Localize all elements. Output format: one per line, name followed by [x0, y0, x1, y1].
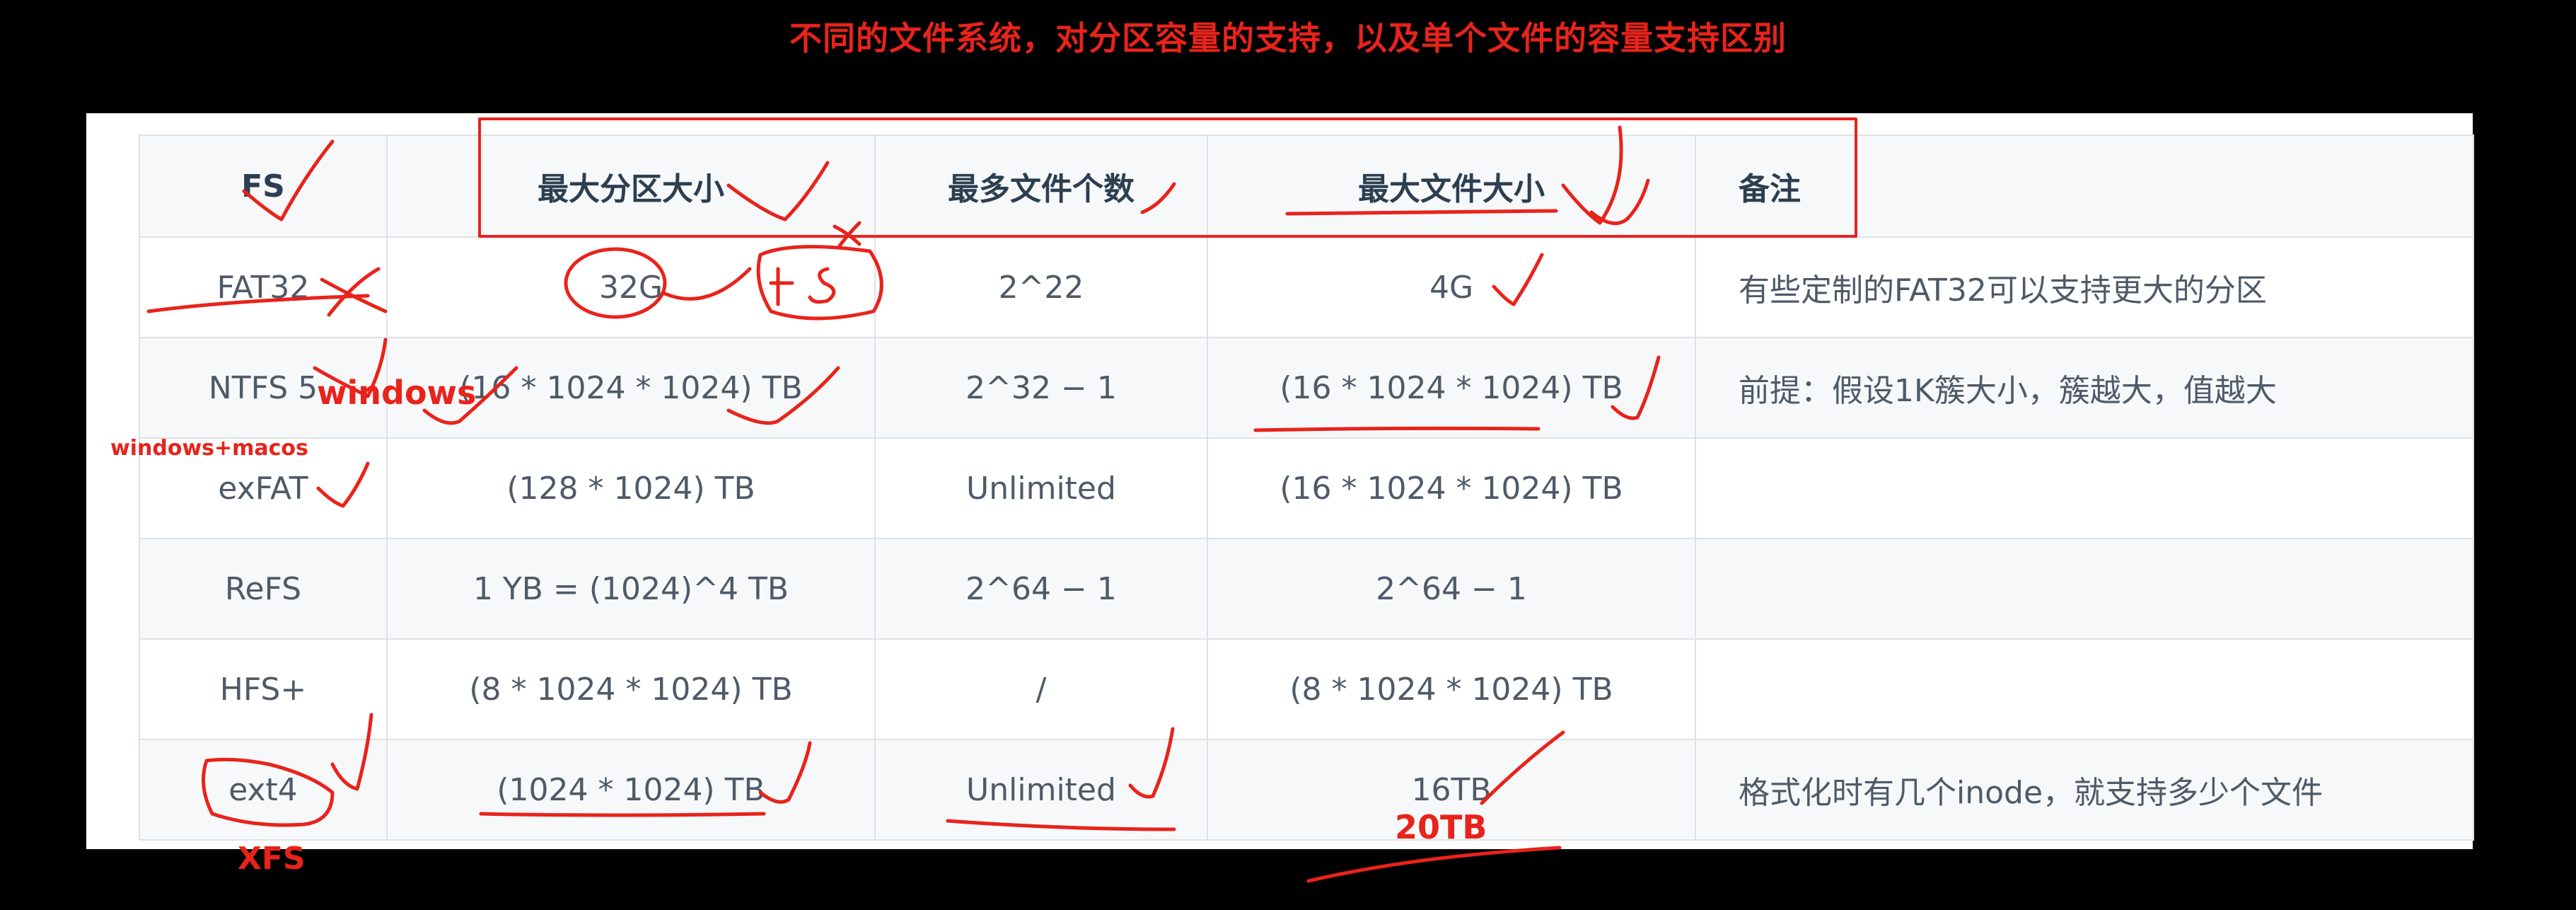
- cell-max-partition: (1024 * 1024) TB: [386, 739, 876, 841]
- cell-max-partition: (8 * 1024 * 1024) TB: [386, 638, 876, 740]
- header-notes: 备注: [1695, 134, 2474, 238]
- table-sheet: FS 最大分区大小 最多文件个数 最大文件大小 备注 FAT32 32G 2^2…: [86, 113, 2474, 849]
- filesystem-comparison-table: FS 最大分区大小 最多文件个数 最大文件大小 备注 FAT32 32G 2^2…: [139, 134, 2474, 841]
- cell-note: [1695, 538, 2474, 640]
- table-header-row: FS 最大分区大小 最多文件个数 最大文件大小 备注: [139, 134, 2474, 238]
- annotation-xfs-size: 20TB: [1395, 808, 1487, 846]
- header-max-file-size: 最大文件大小: [1207, 134, 1696, 238]
- cell-max-file-size: 4G: [1207, 236, 1696, 338]
- cell-max-files: 2^64 − 1: [874, 538, 1208, 640]
- table-row: HFS+ (8 * 1024 * 1024) TB / (8 * 1024 * …: [139, 638, 2474, 740]
- annotation-windows: windows: [317, 374, 477, 412]
- cell-max-partition: (128 * 1024) TB: [386, 437, 876, 539]
- header-fs: FS: [139, 134, 388, 238]
- cell-max-files: 2^32 − 1: [874, 337, 1208, 439]
- cell-note: [1695, 437, 2474, 539]
- cell-max-partition: 32G: [386, 236, 876, 338]
- table-row: exFAT (128 * 1024) TB Unlimited (16 * 10…: [139, 437, 2474, 539]
- cell-fs: HFS+: [139, 638, 388, 740]
- cell-max-file-size: (8 * 1024 * 1024) TB: [1207, 638, 1696, 740]
- cell-max-files: 2^22: [874, 236, 1208, 338]
- header-max-file-count: 最多文件个数: [874, 134, 1208, 238]
- table-row: FAT32 32G 2^22 4G 有些定制的FAT32可以支持更大的分区: [139, 236, 2474, 338]
- cell-note: 有些定制的FAT32可以支持更大的分区: [1695, 236, 2474, 338]
- header-max-partition-size: 最大分区大小: [386, 134, 876, 238]
- table-row: NTFS 5 (16 * 1024 * 1024) TB 2^32 − 1 (1…: [139, 337, 2474, 439]
- table-row: ext4 (1024 * 1024) TB Unlimited 16TB 格式化…: [139, 739, 2474, 841]
- underline-stroke: [1306, 846, 1562, 883]
- cell-max-files: Unlimited: [874, 739, 1208, 841]
- cell-note: 前提：假设1K簇大小，簇越大，值越大: [1695, 337, 2474, 439]
- cell-max-partition: 1 YB = (1024)^4 TB: [386, 538, 876, 640]
- cell-fs: FAT32: [139, 236, 388, 338]
- cell-max-file-size: 2^64 − 1: [1207, 538, 1696, 640]
- cell-max-files: Unlimited: [874, 437, 1208, 539]
- table-row: ReFS 1 YB = (1024)^4 TB 2^64 − 1 2^64 − …: [139, 538, 2474, 640]
- cell-fs: ext4: [139, 739, 388, 841]
- annotation-windows-macos: windows+macos: [110, 436, 308, 461]
- cell-note: [1695, 638, 2474, 740]
- annotation-xfs: XFS: [238, 841, 306, 877]
- annotation-title: 不同的文件系统，对分区容量的支持，以及单个文件的容量支持区别: [789, 19, 1787, 57]
- cell-max-file-size: (16 * 1024 * 1024) TB: [1207, 437, 1696, 539]
- cell-max-file-size: (16 * 1024 * 1024) TB: [1207, 337, 1696, 439]
- cell-note: 格式化时有几个inode，就支持多少个文件: [1695, 739, 2474, 841]
- cell-fs: ReFS: [139, 538, 388, 640]
- cell-max-files: /: [874, 638, 1208, 740]
